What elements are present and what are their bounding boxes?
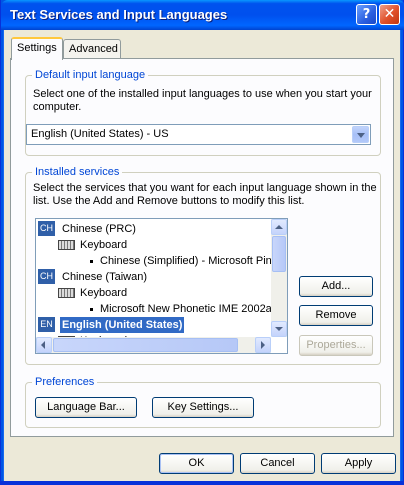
remove-button[interactable]: Remove — [299, 305, 373, 326]
tree-item-label: Microsoft New Phonetic IME 2002a — [100, 303, 272, 315]
chevron-left-icon — [41, 341, 45, 349]
bullet-icon — [90, 308, 93, 311]
chevron-right-icon — [261, 341, 265, 349]
vertical-scroll-thumb[interactable] — [272, 236, 286, 272]
group-label-installed-services: Installed services — [32, 165, 123, 179]
chevron-up-icon — [275, 225, 283, 229]
group-label-default-input: Default input language — [32, 68, 149, 82]
keyboard-icon — [58, 288, 75, 298]
window-frame-bottom — [1, 481, 404, 485]
vertical-scrollbar[interactable] — [271, 219, 287, 337]
window-title: Text Services and Input Languages — [10, 7, 228, 22]
tree-item-label: Keyboard — [80, 239, 128, 251]
help-icon: ? — [362, 7, 371, 22]
keyboard-icon — [58, 240, 75, 250]
title-bar[interactable]: Text Services and Input Languages ? ✕ — [1, 0, 404, 30]
ok-button[interactable]: OK — [159, 453, 234, 474]
close-icon: ✕ — [383, 6, 396, 22]
language-code-icon: CH — [38, 221, 55, 236]
scroll-down-button[interactable] — [271, 321, 287, 337]
tree-item-label: Chinese (Taiwan) — [62, 271, 147, 283]
scroll-left-button[interactable] — [36, 337, 52, 353]
tree-item-label: Keyboard — [80, 287, 128, 299]
chevron-down-icon — [275, 327, 283, 331]
add-button[interactable]: Add... — [299, 276, 373, 297]
language-code-icon: EN — [38, 317, 55, 332]
default-language-select[interactable]: English (United States) - US — [26, 124, 371, 145]
tree-item-label: Chinese (Simplified) - Microsoft Pinyin — [100, 255, 286, 267]
chevron-down-icon[interactable] — [352, 126, 369, 143]
key-settings-button[interactable]: Key Settings... — [152, 397, 254, 418]
default-input-description-2: computer. — [33, 101, 82, 113]
default-input-description-1: Select one of the installed input langua… — [33, 88, 372, 100]
properties-button[interactable]: Properties... — [299, 335, 373, 356]
tree-item-label: English (United States) — [60, 317, 185, 333]
bullet-icon — [90, 260, 93, 263]
horizontal-scrollbar[interactable] — [36, 337, 271, 353]
tab-settings[interactable]: Settings — [11, 37, 63, 60]
installed-services-tree[interactable]: CH Chinese (PRC) Keyboard Chinese (Simpl… — [35, 218, 288, 354]
tab-advanced[interactable]: Advanced — [63, 39, 121, 59]
cancel-button[interactable]: Cancel — [240, 453, 315, 474]
installed-services-description-2: list. Use the Add and Remove buttons to … — [33, 195, 305, 207]
dialog-window: Text Services and Input Languages ? ✕ Se… — [0, 0, 404, 485]
help-button[interactable]: ? — [356, 4, 377, 25]
scroll-right-button[interactable] — [255, 337, 271, 353]
group-label-preferences: Preferences — [32, 375, 98, 389]
scroll-up-button[interactable] — [271, 219, 287, 235]
horizontal-scroll-thumb[interactable] — [53, 338, 238, 352]
tree-item-label: Chinese (PRC) — [62, 223, 136, 235]
close-button[interactable]: ✕ — [379, 4, 400, 25]
default-language-value: English (United States) - US — [31, 128, 169, 140]
language-bar-button[interactable]: Language Bar... — [35, 397, 137, 418]
language-code-icon: CH — [38, 269, 55, 284]
installed-services-description-1: Select the services that you want for ea… — [33, 182, 377, 194]
apply-button[interactable]: Apply — [321, 453, 396, 474]
